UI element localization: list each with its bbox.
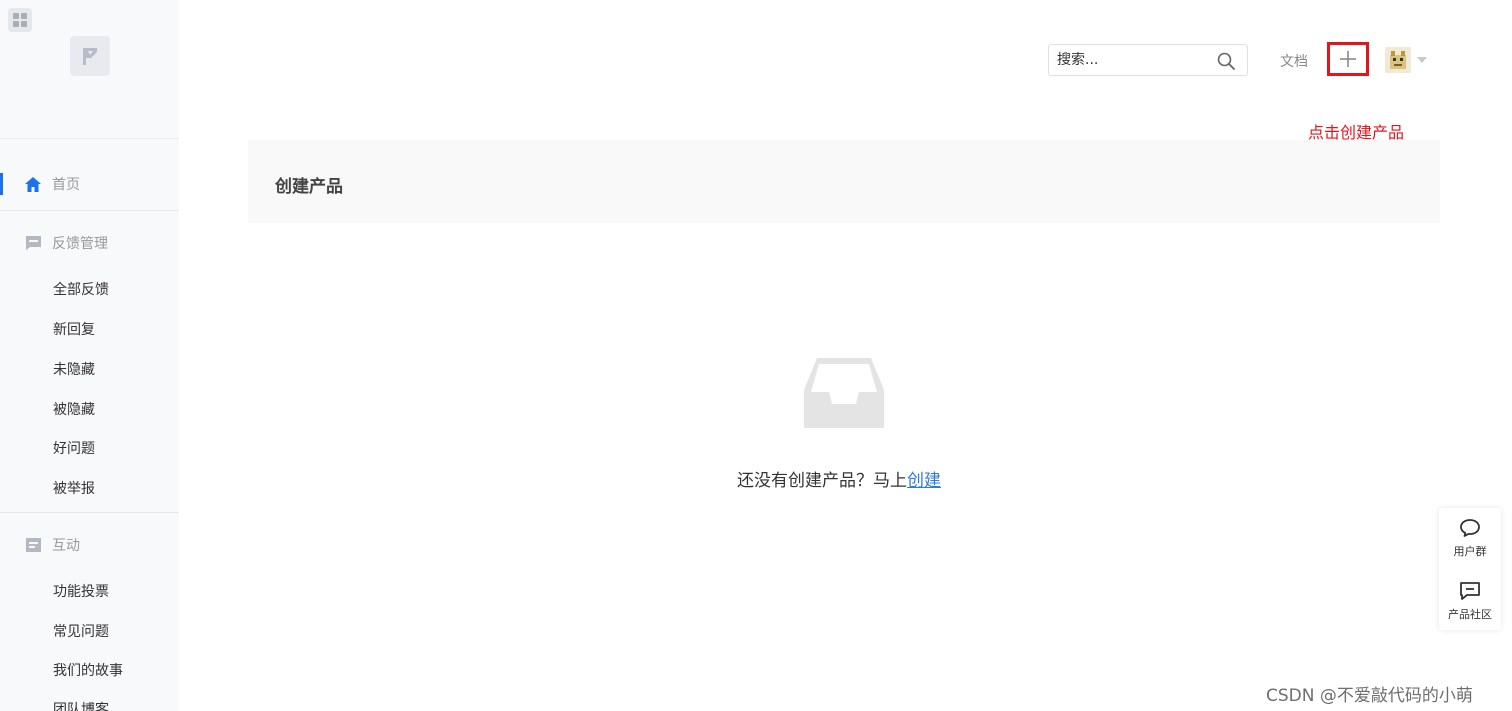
sidebar-divider: [0, 210, 179, 211]
sidebar-item-good-questions[interactable]: 好问题: [53, 438, 95, 458]
app-grid-icon[interactable]: [8, 8, 32, 32]
sidebar-section-interaction[interactable]: 互动: [0, 533, 179, 557]
sidebar-item-home[interactable]: 首页: [0, 172, 179, 196]
create-product-link[interactable]: 创建: [907, 471, 941, 491]
product-community-button[interactable]: 产品社区: [1439, 573, 1501, 629]
search-input[interactable]: [1057, 50, 1217, 70]
plus-icon: [1340, 51, 1356, 67]
sidebar-item-home-label: 首页: [52, 177, 80, 193]
chat-bubble-icon: [1460, 519, 1480, 537]
sidebar: 首页 反馈管理 全部反馈 新回复 未隐藏 被隐藏 好问题 被举报 互动 功能投票…: [0, 0, 179, 711]
floating-widget-panel: 用户群 产品社区: [1439, 508, 1501, 630]
sidebar-section-feedback[interactable]: 反馈管理: [0, 231, 179, 255]
docs-link[interactable]: 文档: [1280, 51, 1308, 71]
interaction-icon: [24, 536, 42, 554]
home-icon: [24, 175, 42, 193]
sidebar-item-new-replies[interactable]: 新回复: [53, 319, 95, 339]
message-square-icon: [1460, 582, 1480, 600]
sidebar-divider: [0, 512, 179, 513]
watermark: CSDN @不爱敲代码的小萌: [1266, 686, 1473, 706]
sidebar-item-feature-voting[interactable]: 功能投票: [53, 581, 109, 601]
product-logo[interactable]: [70, 36, 110, 76]
sidebar-section-interaction-label: 互动: [52, 538, 80, 554]
sidebar-item-all-feedback[interactable]: 全部反馈: [53, 279, 109, 299]
sidebar-item-our-story[interactable]: 我们的故事: [53, 660, 123, 680]
search-icon[interactable]: [1217, 52, 1235, 70]
empty-state-text: 还没有创建产品？马上: [737, 471, 907, 491]
sidebar-item-faq[interactable]: 常见问题: [53, 621, 109, 641]
logo-divider: [0, 138, 179, 139]
product-community-label: 产品社区: [1448, 608, 1492, 621]
sidebar-item-reported[interactable]: 被举报: [53, 478, 95, 498]
create-product-button[interactable]: [1327, 42, 1369, 76]
avatar-image: [1385, 47, 1411, 73]
user-group-button[interactable]: 用户群: [1439, 510, 1501, 566]
page-header: 创建产品: [248, 140, 1440, 223]
sidebar-item-not-hidden[interactable]: 未隐藏: [53, 359, 95, 379]
user-group-label: 用户群: [1453, 545, 1487, 558]
feedback-icon: [24, 234, 42, 252]
user-avatar[interactable]: [1385, 47, 1411, 73]
sidebar-item-hidden[interactable]: 被隐藏: [53, 399, 95, 419]
empty-inbox-icon: [804, 358, 884, 428]
sidebar-section-feedback-label: 反馈管理: [52, 236, 108, 252]
chevron-down-icon[interactable]: [1417, 57, 1427, 63]
empty-state-message: 还没有创建产品？马上创建: [737, 466, 941, 491]
search-box[interactable]: [1048, 44, 1248, 76]
sidebar-item-team-blog[interactable]: 团队博客: [53, 699, 109, 711]
logo-icon: [83, 48, 97, 65]
page-title: 创建产品: [275, 177, 343, 197]
